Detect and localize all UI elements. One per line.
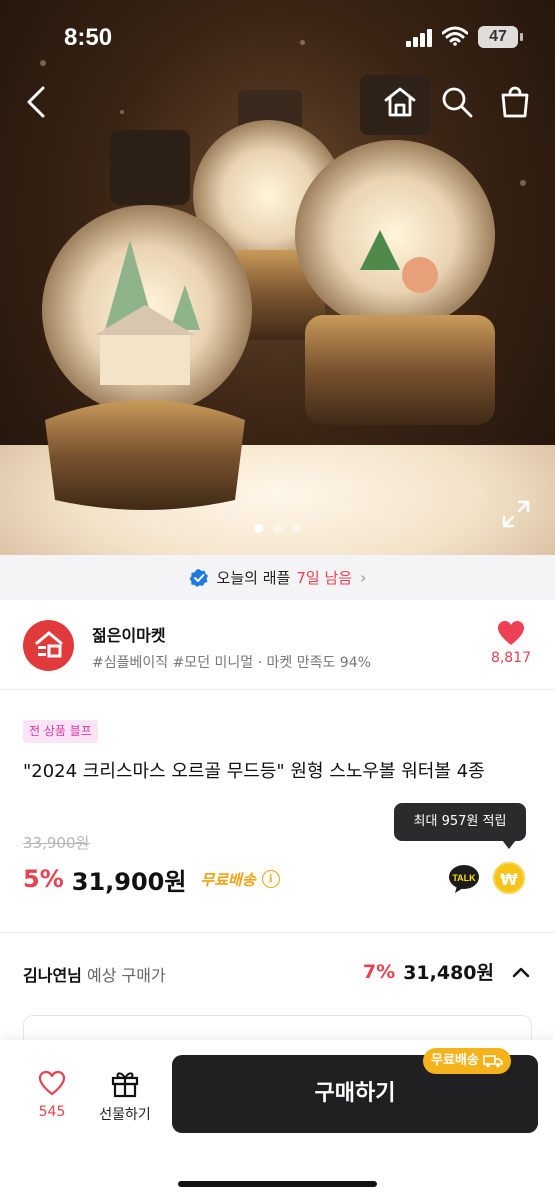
- search-icon: [442, 87, 473, 118]
- expected-price-toggle[interactable]: 7% 31,480원: [363, 958, 530, 985]
- shop-like-count: 8,817: [490, 650, 532, 666]
- chevron-left-icon: [27, 86, 45, 118]
- kakao-talk-icon[interactable]: TALK: [448, 864, 480, 894]
- battery-icon: 47: [478, 26, 523, 48]
- home-icon: [384, 87, 416, 117]
- status-time: 8:50: [64, 24, 113, 51]
- shop-info[interactable]: 젊은이마켓 #심플베이직 #모던 미니멀 · 마켓 만족도 94% 8,817: [0, 600, 555, 690]
- info-icon[interactable]: i: [261, 870, 280, 888]
- truck-icon: [483, 1055, 503, 1068]
- gift-button[interactable]: 선물하기: [88, 1068, 162, 1124]
- price-row: 5% 31,900원 무료배송 i: [23, 862, 280, 896]
- section-divider: [0, 932, 555, 933]
- user-name: 김나연님: [23, 966, 82, 985]
- wishlist-button[interactable]: 545: [20, 1070, 84, 1120]
- talk-label: TALK: [452, 873, 476, 883]
- gift-icon: [111, 1072, 139, 1098]
- raffle-banner[interactable]: 오늘의 래플 7일 남음 ›: [0, 555, 555, 600]
- shop-tags: #심플베이직 #모던 미니멀 · 마켓 만족도 94%: [92, 655, 371, 671]
- heart-outline-icon: [38, 1070, 66, 1096]
- product-title: "2024 크리스마스 오르골 무드등" 원형 스노우볼 워터볼 4종: [23, 761, 485, 782]
- discount-rate: 5%: [23, 865, 64, 893]
- shop-logo-icon: [35, 631, 62, 657]
- shop-name[interactable]: 젊은이마켓: [92, 622, 166, 646]
- free-shipping-tag: 무료배송: [423, 1048, 511, 1074]
- signal-icon: [406, 28, 434, 47]
- home-button[interactable]: [380, 82, 420, 122]
- shop-logo[interactable]: [23, 620, 74, 671]
- raffle-label: 오늘의 래플: [216, 569, 291, 587]
- raffle-days-left: 7일 남음: [296, 569, 353, 587]
- carousel-dot-active: [254, 524, 263, 533]
- gift-label: 선물하기: [99, 1107, 151, 1123]
- expected-price-caption: 예상 구매가: [86, 966, 166, 985]
- shopping-bag-icon: [501, 86, 529, 118]
- carousel-indicator: [0, 518, 555, 537]
- chevron-right-icon: ›: [360, 568, 367, 587]
- points-tooltip: 최대 957원 적립: [394, 803, 526, 849]
- home-indicator: [178, 1181, 377, 1187]
- expected-discount: 7%: [362, 960, 396, 983]
- expand-icon[interactable]: [502, 500, 530, 528]
- points-coin-icon[interactable]: ₩: [493, 862, 525, 894]
- back-button[interactable]: [16, 82, 56, 122]
- verified-badge-icon: [189, 568, 208, 587]
- status-bar: 8:50 47: [0, 0, 555, 70]
- expected-price: 31,480원: [403, 962, 494, 984]
- free-shipping-label: 무료배송: [200, 870, 256, 889]
- wifi-icon: [442, 26, 468, 46]
- expected-price-label: 김나연님 예상 구매가: [23, 962, 166, 986]
- cart-button[interactable]: [495, 82, 535, 122]
- original-price: 33,900원: [23, 834, 90, 852]
- carousel-dot: [273, 524, 282, 533]
- wishlist-count: 545: [38, 1104, 66, 1120]
- search-button[interactable]: [437, 82, 477, 122]
- product-image-carousel[interactable]: 8:50 47: [0, 0, 555, 555]
- free-shipping-tag-label: 무료배송: [431, 1053, 479, 1068]
- carousel-dot: [292, 524, 301, 533]
- heart-filled-icon[interactable]: [497, 620, 525, 646]
- promo-badge: 전 상품 블프: [23, 720, 98, 743]
- bottom-action-bar: 545 선물하기 구매하기 무료배송: [0, 1040, 555, 1200]
- sale-price: 31,900원: [71, 867, 187, 896]
- chevron-up-icon: [512, 967, 530, 977]
